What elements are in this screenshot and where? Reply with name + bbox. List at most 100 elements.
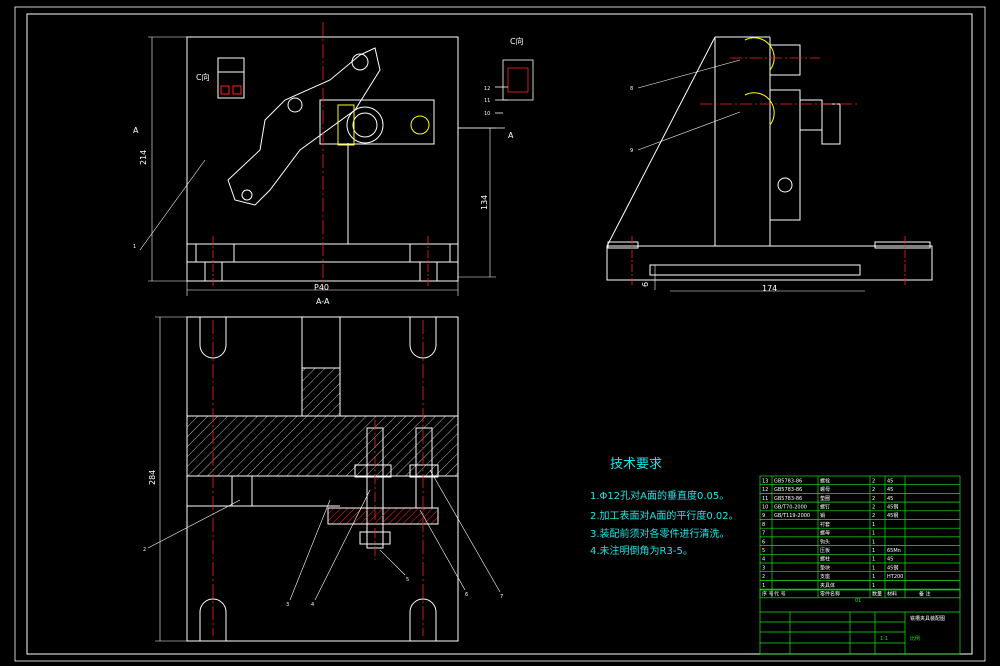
bom-cell-mat: HT200 [887,574,903,580]
label-c-view-detail: C向 [510,36,524,46]
bom-cell-mat: 45 [887,496,893,502]
bom-header-no: 序 号 [762,591,774,598]
bom-header-remark: 备 注 [919,591,931,598]
balloon-side-9: 9 [630,148,633,154]
tech-req-item-2: 2.加工表面对A面的平行度0.02。 [590,509,739,522]
bom-header-code: 代 号 [774,591,786,598]
bom-cell-name: 支座 [820,573,830,580]
dim-side-small: 6 [641,282,650,287]
balloon-front-1: 1 [133,244,136,250]
bom-cell-mat: 45钢 [887,504,898,511]
bom-cell-name: 螺钉 [820,504,830,511]
bom-cell-mat: 45 [887,487,893,493]
bom-cell-no: 13 [762,478,768,484]
balloon-sec-7: 7 [500,594,503,600]
dim-side-width: 174 [762,284,777,293]
bom-cell-no: 3 [762,565,765,571]
label-section-aa: A-A [316,297,330,306]
c-view-detail [458,59,534,129]
bom-cell-no: 10 [762,505,768,511]
bom-cell-qty: 1 [872,548,875,554]
label-c-view: C向 [196,72,210,82]
balloon-sec-2: 2 [143,547,146,553]
bom-header-name: 零件名称 [820,591,840,598]
tech-req-item-3: 3.装配前须对各零件进行清洗。 [590,527,730,540]
balloon-sec-3: 3 [286,602,289,608]
title-scale: 比例 [910,635,920,642]
dim-section-height: 284 [148,470,157,485]
bom-cell-no: 11 [762,496,768,502]
balloon-side-8: 8 [630,86,633,92]
bom-cell-qty: 1 [872,522,875,528]
side-dimensions [637,59,865,292]
bom-cell-qty: 2 [872,505,875,511]
bom-header-qty: 数量 [872,591,882,598]
bom-cell-mat: 45钢 [887,564,898,571]
balloon-sec-6: 6 [465,592,468,598]
bom-cell-qty: 1 [872,565,875,571]
bom-cell-mat: 45钢 [887,512,898,519]
bom-cell-qty: 1 [872,583,875,589]
title-unit-code: 01 [855,598,861,604]
bom-cell-mat: 45 [887,557,893,563]
bom-cell-qty: 2 [872,478,875,484]
balloon-sec-4: 4 [311,602,314,608]
bom-cell-qty: 1 [872,557,875,563]
tech-req-item-1: 1.Φ12孔对A面的垂直度0.05。 [590,489,729,502]
bom-cell-name: 螺柱 [820,556,830,563]
dim-front-width: P40 [314,283,329,292]
bom-table [759,475,961,599]
bom-cell-name: 压板 [820,547,830,554]
front-view [186,36,459,282]
bom-cell-no: 1 [762,583,765,589]
bom-cell-no: 7 [762,531,765,537]
title-sheet: 1:1 [880,636,888,642]
bom-cell-name: 螺母 [820,486,830,493]
balloon-12: 12 [484,86,490,92]
bom-cell-code: GB/T70-2000 [774,505,807,511]
tech-req-item-4: 4.未注明倒角为R3-5。 [590,544,693,557]
cad-drawing-canvas: 214 P40 134 C向 A 1 C向 A 12 11 10 174 6 8… [14,6,986,662]
title-drawing-name: 铣槽夹具装配图 [910,615,945,622]
bom-cell-name: 螺栓 [820,477,830,484]
bom-cell-qty: 2 [872,496,875,502]
dim-front-height: 214 [139,150,148,165]
bom-cell-no: 8 [762,522,765,528]
bom-cell-name: 钩头 [820,538,830,545]
bom-cell-no: 9 [762,513,765,519]
section-aa [186,316,459,642]
balloon-10: 10 [484,111,490,117]
bom-cell-code: GB5783-86 [774,496,802,502]
bom-cell-mat: 65Mn [887,548,901,554]
front-dimensions [139,36,496,296]
bom-cell-qty: 1 [872,574,875,580]
bom-cell-no: 2 [762,574,765,580]
bom-cell-qty: 2 [872,487,875,493]
label-arrow-a-left: A [133,126,139,135]
inner-border [26,13,973,655]
bom-cell-code: GB5783-86 [774,478,802,484]
bom-cell-code: GB/T119-2000 [774,513,810,519]
bom-cell-name: 销 [820,512,825,519]
section-dimensions [147,316,501,642]
bom-cell-qty: 1 [872,539,875,545]
bom-cell-no: 6 [762,539,765,545]
bom-cell-name: 垫圈 [820,495,830,502]
balloon-sec-5: 5 [406,577,409,583]
bom-cell-name: 夹具体 [820,582,835,589]
bom-cell-qty: 2 [872,513,875,519]
balloon-11: 11 [484,98,490,104]
bom-header-mat: 材料 [887,591,897,598]
bom-cell-mat: 45 [887,478,893,484]
bom-cell-code: GB5783-86 [774,487,802,493]
bom-cell-no: 12 [762,487,768,493]
bom-cell-name: 垫块 [820,564,830,571]
label-arrow-a: A [508,131,514,140]
bom-cell-name: 衬套 [820,521,830,528]
bom-cell-qty: 1 [872,531,875,537]
tech-req-title: 技术要求 [610,457,662,472]
bom-cell-no: 4 [762,557,765,563]
side-view [606,36,933,281]
bom-cell-name: 螺母 [820,530,830,537]
dim-front-inner-height: 134 [480,195,489,210]
